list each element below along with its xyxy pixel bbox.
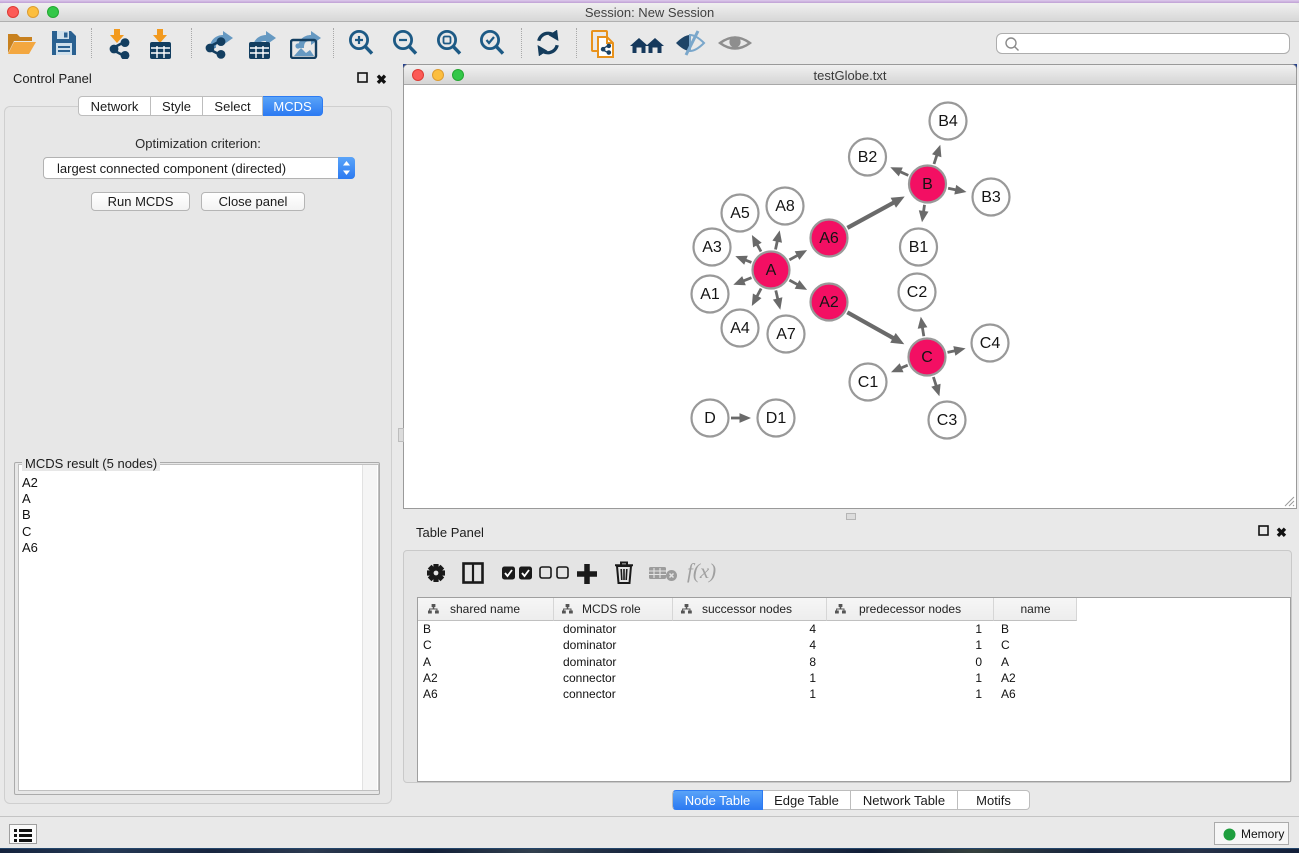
svg-text:C3: C3 xyxy=(937,412,958,429)
svg-text:B3: B3 xyxy=(981,189,1001,206)
svg-text:B1: B1 xyxy=(909,239,929,256)
svg-text:A4: A4 xyxy=(730,320,750,337)
svg-text:B4: B4 xyxy=(938,113,958,130)
svg-text:D1: D1 xyxy=(766,410,787,427)
svg-text:A2: A2 xyxy=(819,294,839,311)
svg-text:A7: A7 xyxy=(776,326,796,343)
svg-text:C1: C1 xyxy=(858,374,879,391)
svg-text:B2: B2 xyxy=(858,149,878,166)
svg-text:A1: A1 xyxy=(700,286,720,303)
svg-text:A: A xyxy=(766,262,777,279)
svg-text:A6: A6 xyxy=(819,230,839,247)
svg-text:C4: C4 xyxy=(980,335,1001,352)
svg-text:D: D xyxy=(704,410,716,427)
svg-text:A5: A5 xyxy=(730,205,750,222)
svg-text:B: B xyxy=(922,176,933,193)
svg-text:C: C xyxy=(921,349,933,366)
svg-text:C2: C2 xyxy=(907,284,928,301)
svg-text:A3: A3 xyxy=(702,239,722,256)
svg-text:A8: A8 xyxy=(775,198,795,215)
